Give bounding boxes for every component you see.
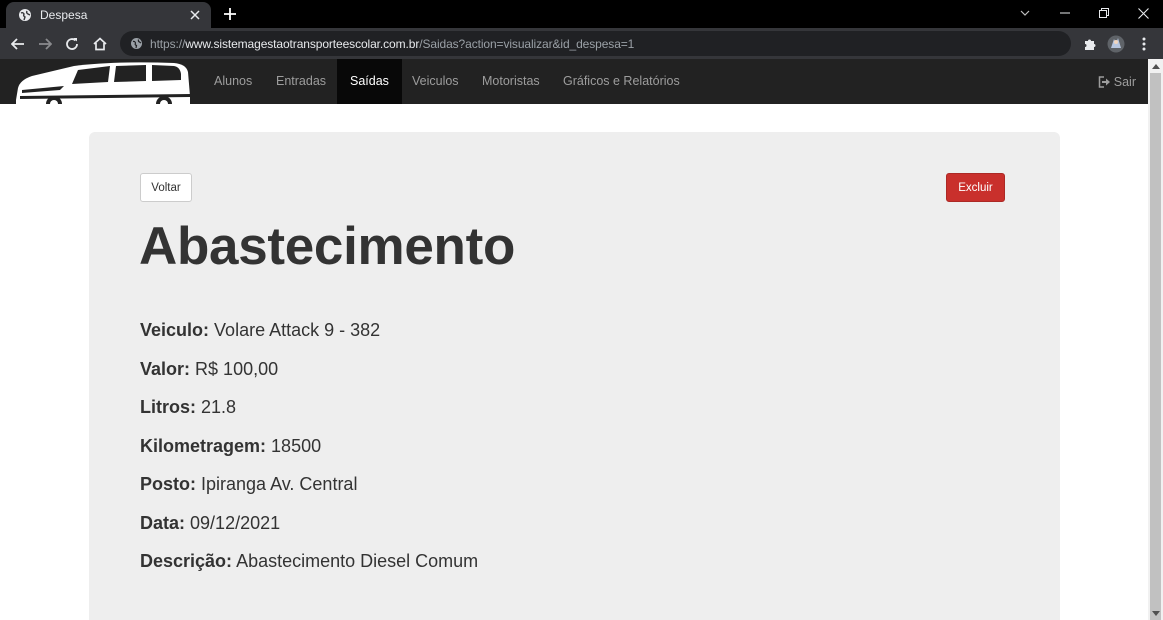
browser-toolbar: https://www.sistemagestaotransporteescol…: [0, 28, 1163, 59]
detail-value: 09/12/2021: [190, 512, 281, 533]
globe-icon: [18, 8, 32, 22]
detail-kilometragem: Kilometragem: 18500: [140, 436, 478, 475]
site-info-icon[interactable]: [130, 37, 144, 51]
back-arrow-icon[interactable]: [8, 34, 28, 54]
url-host: www.sistemagestaotransporteescolar.com.b…: [185, 36, 420, 51]
detail-label: Descrição:: [140, 551, 233, 571]
new-tab-icon[interactable]: [220, 4, 240, 24]
address-bar[interactable]: https://www.sistemagestaotransporteescol…: [120, 31, 1071, 56]
restore-icon[interactable]: [1085, 0, 1123, 26]
detail-label: Litros:: [140, 397, 196, 417]
url-text: https://www.sistemagestaotransporteescol…: [150, 37, 634, 51]
page-scrollbar[interactable]: [1148, 59, 1163, 620]
back-button[interactable]: Voltar: [140, 173, 192, 202]
close-window-icon[interactable]: [1124, 0, 1162, 26]
detail-label: Posto:: [140, 474, 196, 494]
van-logo[interactable]: [14, 60, 192, 112]
site-navbar: Alunos Entradas Saídas Veiculos Motorist…: [0, 59, 1148, 112]
detail-value: Volare Attack 9 - 382: [214, 320, 381, 340]
nav-veiculos[interactable]: Veiculos: [399, 59, 472, 104]
detail-value: R$ 100,00: [195, 358, 279, 379]
reload-icon[interactable]: [62, 34, 82, 54]
detail-valor: Valor: R$ 100,00: [140, 359, 478, 398]
url-path: /Saidas?action=visualizar&id_despesa=1: [419, 36, 635, 51]
tab-search-icon[interactable]: [1006, 0, 1044, 26]
page-title: Abastecimento: [139, 217, 516, 276]
detail-label: Valor:: [140, 358, 191, 379]
detail-value: Ipiranga Av. Central: [201, 474, 358, 494]
url-scheme: https://: [150, 36, 186, 51]
detail-litros: Litros: 21.8: [140, 397, 478, 436]
detail-value: 18500: [271, 435, 322, 456]
nav-alunos[interactable]: Alunos: [201, 59, 265, 104]
detail-posto: Posto: Ipiranga Av. Central: [140, 474, 478, 513]
expense-details: Veiculo: Volare Attack 9 - 382 Valor: R$…: [140, 320, 478, 590]
scrollbar-thumb[interactable]: [1150, 73, 1161, 620]
detail-value: Abastecimento Diesel Comum: [236, 551, 479, 571]
scroll-down-icon[interactable]: [1148, 606, 1163, 620]
tab-title: Despesa: [40, 8, 88, 22]
nav-saidas[interactable]: Saídas: [337, 59, 402, 104]
nav-motoristas[interactable]: Motoristas: [469, 59, 553, 104]
scroll-up-icon[interactable]: [1148, 59, 1163, 73]
logout-link[interactable]: Sair: [1098, 59, 1136, 104]
close-tab-icon[interactable]: [187, 7, 203, 23]
home-icon[interactable]: [90, 34, 110, 54]
detail-label: Data:: [140, 512, 186, 533]
logout-label: Sair: [1113, 74, 1136, 89]
detail-veiculo: Veiculo: Volare Attack 9 - 382: [140, 320, 478, 359]
nav-graficos-relatorios[interactable]: Gráficos e Relatórios: [550, 59, 693, 104]
expense-panel: Voltar Excluir Abastecimento Veiculo: Vo…: [89, 132, 1060, 620]
forward-arrow-icon[interactable]: [35, 34, 55, 54]
detail-label: Veiculo:: [140, 320, 210, 340]
detail-descricao: Descrição: Abastecimento Diesel Comum: [140, 551, 478, 590]
browser-tab-bar: Despesa: [0, 0, 1163, 28]
extensions-icon[interactable]: [1080, 34, 1100, 54]
delete-button[interactable]: Excluir: [946, 173, 1005, 202]
detail-label: Kilometragem:: [140, 435, 267, 456]
nav-entradas[interactable]: Entradas: [263, 59, 339, 104]
minimize-icon[interactable]: [1046, 0, 1084, 26]
detail-data: Data: 09/12/2021: [140, 513, 478, 552]
menu-kebab-icon[interactable]: [1134, 34, 1154, 54]
profile-avatar-icon[interactable]: [1106, 34, 1126, 54]
detail-value: 21.8: [201, 397, 237, 417]
logout-icon: [1098, 75, 1110, 88]
browser-tab[interactable]: Despesa: [6, 2, 211, 28]
